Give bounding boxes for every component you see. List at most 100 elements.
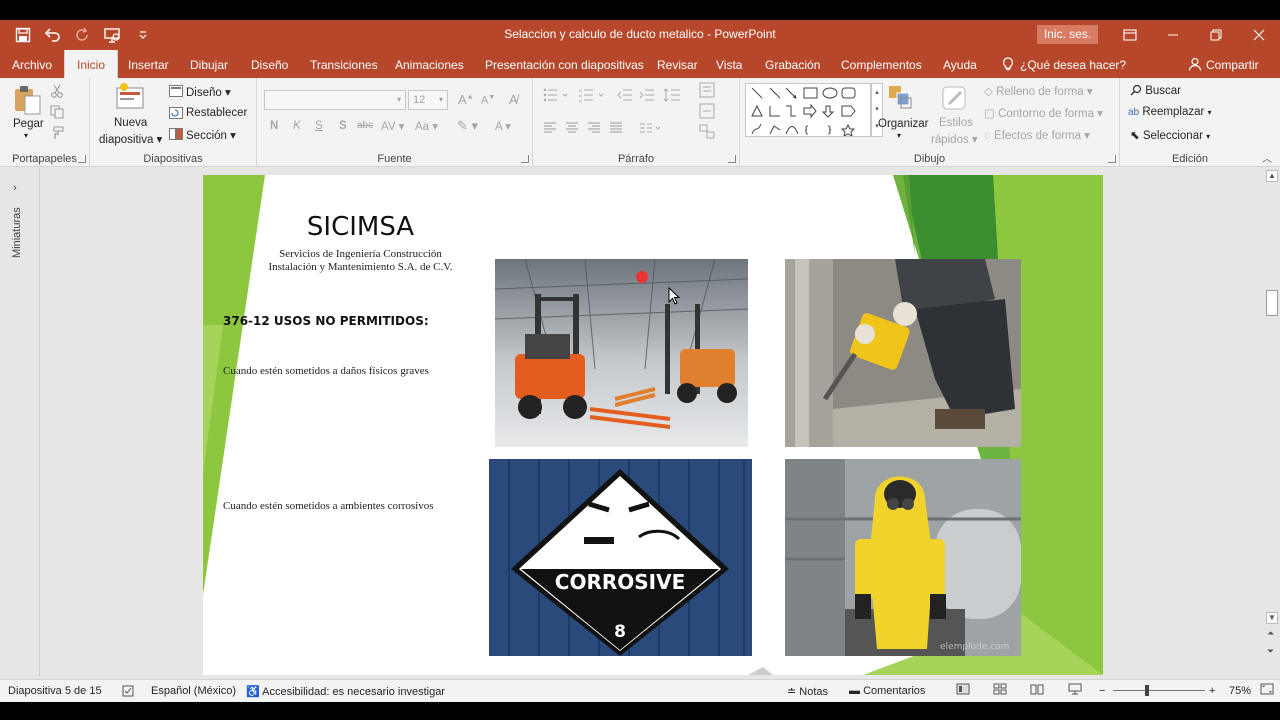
fit-to-window-icon[interactable] <box>1260 683 1274 698</box>
highlight-icon[interactable]: ✎ ▾ <box>457 118 478 134</box>
zoom-slider[interactable] <box>1113 690 1205 691</box>
cut-icon[interactable] <box>50 84 64 101</box>
find-button[interactable]: Buscar <box>1130 84 1181 97</box>
zoom-in-icon[interactable]: + <box>1209 685 1215 697</box>
language-indicator[interactable]: Español (México) <box>151 685 236 697</box>
slide-heading[interactable]: 376-12 USOS NO PERMITIDOS: <box>223 314 429 328</box>
forklift-image[interactable] <box>495 259 748 447</box>
scroll-thumb[interactable] <box>1266 290 1278 316</box>
sign-in-button[interactable]: Inic. ses. <box>1037 25 1098 44</box>
tab-grabacion[interactable]: Grabación <box>765 50 820 78</box>
decrease-indent-icon[interactable] <box>617 88 633 105</box>
slide-sorter-icon[interactable] <box>993 683 1007 698</box>
scroll-up-icon[interactable]: ▲ <box>1266 170 1278 182</box>
slide-subtitle[interactable]: Servicios de Ingeniería Construcción Ins… <box>243 248 478 274</box>
underline-button[interactable]: S <box>315 120 323 132</box>
ribbon-display-options-icon[interactable] <box>1108 20 1151 50</box>
align-right-icon[interactable] <box>587 122 601 137</box>
slide-text-corrosive[interactable]: Cuando estén sometidos a ambientes corro… <box>223 500 434 512</box>
align-center-icon[interactable] <box>565 122 579 137</box>
bullets-icon[interactable] <box>543 88 571 105</box>
layout-label[interactable]: Diseño ▾ <box>186 85 231 99</box>
section-label[interactable]: Sección ▾ <box>186 128 236 142</box>
font-color-icon[interactable]: A ▾ <box>495 119 511 133</box>
tab-insertar[interactable]: Insertar <box>128 50 169 78</box>
numbering-icon[interactable] <box>579 88 607 105</box>
tab-ayuda[interactable]: Ayuda <box>943 50 977 78</box>
change-case-icon[interactable]: Aa ▾ <box>415 119 438 133</box>
quick-styles-label-2[interactable]: rápidos ▾ <box>931 132 978 146</box>
font-size-dropdown-icon[interactable]: ▾ <box>439 91 443 109</box>
thumbnails-label[interactable]: Miniaturas <box>11 207 23 258</box>
layout-icon[interactable] <box>169 85 183 100</box>
corrosive-sign-image[interactable]: CORROSIVE 8 <box>489 459 752 656</box>
tab-presentacion[interactable]: Presentación con diapositivas <box>485 50 644 78</box>
char-spacing-icon[interactable]: AV ▾ <box>381 119 404 133</box>
text-direction-icon[interactable] <box>699 82 719 101</box>
tab-archivo[interactable]: Archivo <box>12 50 52 78</box>
arrange-label[interactable]: Organizar <box>878 118 929 130</box>
tab-inicio[interactable]: Inicio <box>64 50 119 78</box>
font-name-input[interactable]: ▾ <box>264 90 406 110</box>
zoom-out-icon[interactable]: − <box>1099 685 1105 697</box>
slideshow-icon[interactable] <box>1068 683 1082 698</box>
scroll-down-icon[interactable]: ▼ <box>1266 612 1278 624</box>
collapse-ribbon-icon[interactable]: ︿ <box>1262 150 1272 165</box>
font-name-dropdown-icon[interactable]: ▾ <box>397 91 401 109</box>
tab-revisar[interactable]: Revisar <box>657 50 698 78</box>
paste-dropdown-icon[interactable]: ▾ <box>24 131 28 140</box>
align-left-icon[interactable] <box>543 122 557 137</box>
new-slide-label-2[interactable]: diapositiva ▾ <box>99 132 162 146</box>
select-button[interactable]: ⬉ Seleccionar ▾ <box>1130 128 1210 142</box>
tab-complementos[interactable]: Complementos <box>841 50 922 78</box>
tell-me-box[interactable]: ¿Qué desea hacer? <box>1002 50 1126 78</box>
spellcheck-icon[interactable] <box>122 685 136 700</box>
columns-icon[interactable] <box>639 122 663 137</box>
clipboard-launcher-icon[interactable] <box>78 155 86 163</box>
normal-view-icon[interactable] <box>956 683 970 698</box>
slide-title[interactable]: SICIMSA <box>303 212 418 242</box>
arrange-icon[interactable] <box>886 84 916 115</box>
expand-thumbnails-icon[interactable]: › <box>13 182 17 194</box>
reset-icon[interactable] <box>169 107 183 122</box>
strikethrough-button[interactable]: abc <box>357 120 373 131</box>
copy-icon[interactable] <box>50 105 64 122</box>
clear-formatting-icon[interactable]: A̸ <box>509 92 518 107</box>
shape-outline-button[interactable]: ▢ Contorno de forma ▾ <box>984 106 1103 120</box>
slide-text-physical-damage[interactable]: Cuando estén sometidos a daños físicos g… <box>223 365 429 377</box>
tab-vista[interactable]: Vista <box>716 50 742 78</box>
new-slide-label-1[interactable]: Nueva <box>114 117 147 129</box>
hazmat-suit-image[interactable]: elemplode.com <box>785 459 1021 656</box>
smartart-icon[interactable] <box>699 124 719 143</box>
accessibility-checker[interactable]: ♿ Accesibilidad: es necesario investigar <box>246 685 445 698</box>
increase-font-icon[interactable]: A▲ <box>458 92 474 107</box>
vertical-scrollbar[interactable]: ▲ ▼ ⏶ ⏷ <box>1264 168 1280 676</box>
new-slide-icon[interactable] <box>115 82 147 113</box>
slide-canvas[interactable]: SICIMSA Servicios de Ingeniería Construc… <box>203 175 1103 675</box>
quick-styles-icon[interactable] <box>940 84 970 117</box>
paragraph-launcher-icon[interactable] <box>728 155 736 163</box>
font-launcher-icon[interactable] <box>521 155 529 163</box>
paste-icon[interactable] <box>12 84 44 119</box>
align-text-icon[interactable] <box>699 103 719 122</box>
tab-diseno[interactable]: Diseño <box>251 50 288 78</box>
justify-icon[interactable] <box>609 122 623 137</box>
restore-icon[interactable] <box>1194 20 1237 50</box>
decrease-font-icon[interactable]: A▼ <box>481 94 495 107</box>
increase-indent-icon[interactable] <box>639 88 655 105</box>
shapes-gallery[interactable] <box>745 83 871 137</box>
arrange-dropdown-icon[interactable]: ▾ <box>897 131 901 140</box>
replace-button[interactable]: ab Reemplazar ▾ <box>1128 106 1212 118</box>
tab-animaciones[interactable]: Animaciones <box>395 50 464 78</box>
shape-effects-button[interactable]: ◌ Efectos de forma ▾ <box>984 128 1090 142</box>
slide-counter[interactable]: Diapositiva 5 de 15 <box>8 685 102 697</box>
paste-label[interactable]: Pegar <box>13 118 44 130</box>
next-slide-icon[interactable]: ⏷ <box>1267 646 1274 657</box>
bold-button[interactable]: N <box>270 120 278 132</box>
font-size-input[interactable]: 12 ▾ <box>408 90 448 110</box>
previous-slide-icon[interactable]: ⏶ <box>1267 628 1274 639</box>
shape-fill-button[interactable]: ◇ Relleno de forma ▾ <box>984 84 1093 98</box>
notes-button[interactable]: ≐ Notas <box>787 685 828 698</box>
tab-transiciones[interactable]: Transiciones <box>310 50 378 78</box>
format-painter-icon[interactable] <box>50 126 64 143</box>
